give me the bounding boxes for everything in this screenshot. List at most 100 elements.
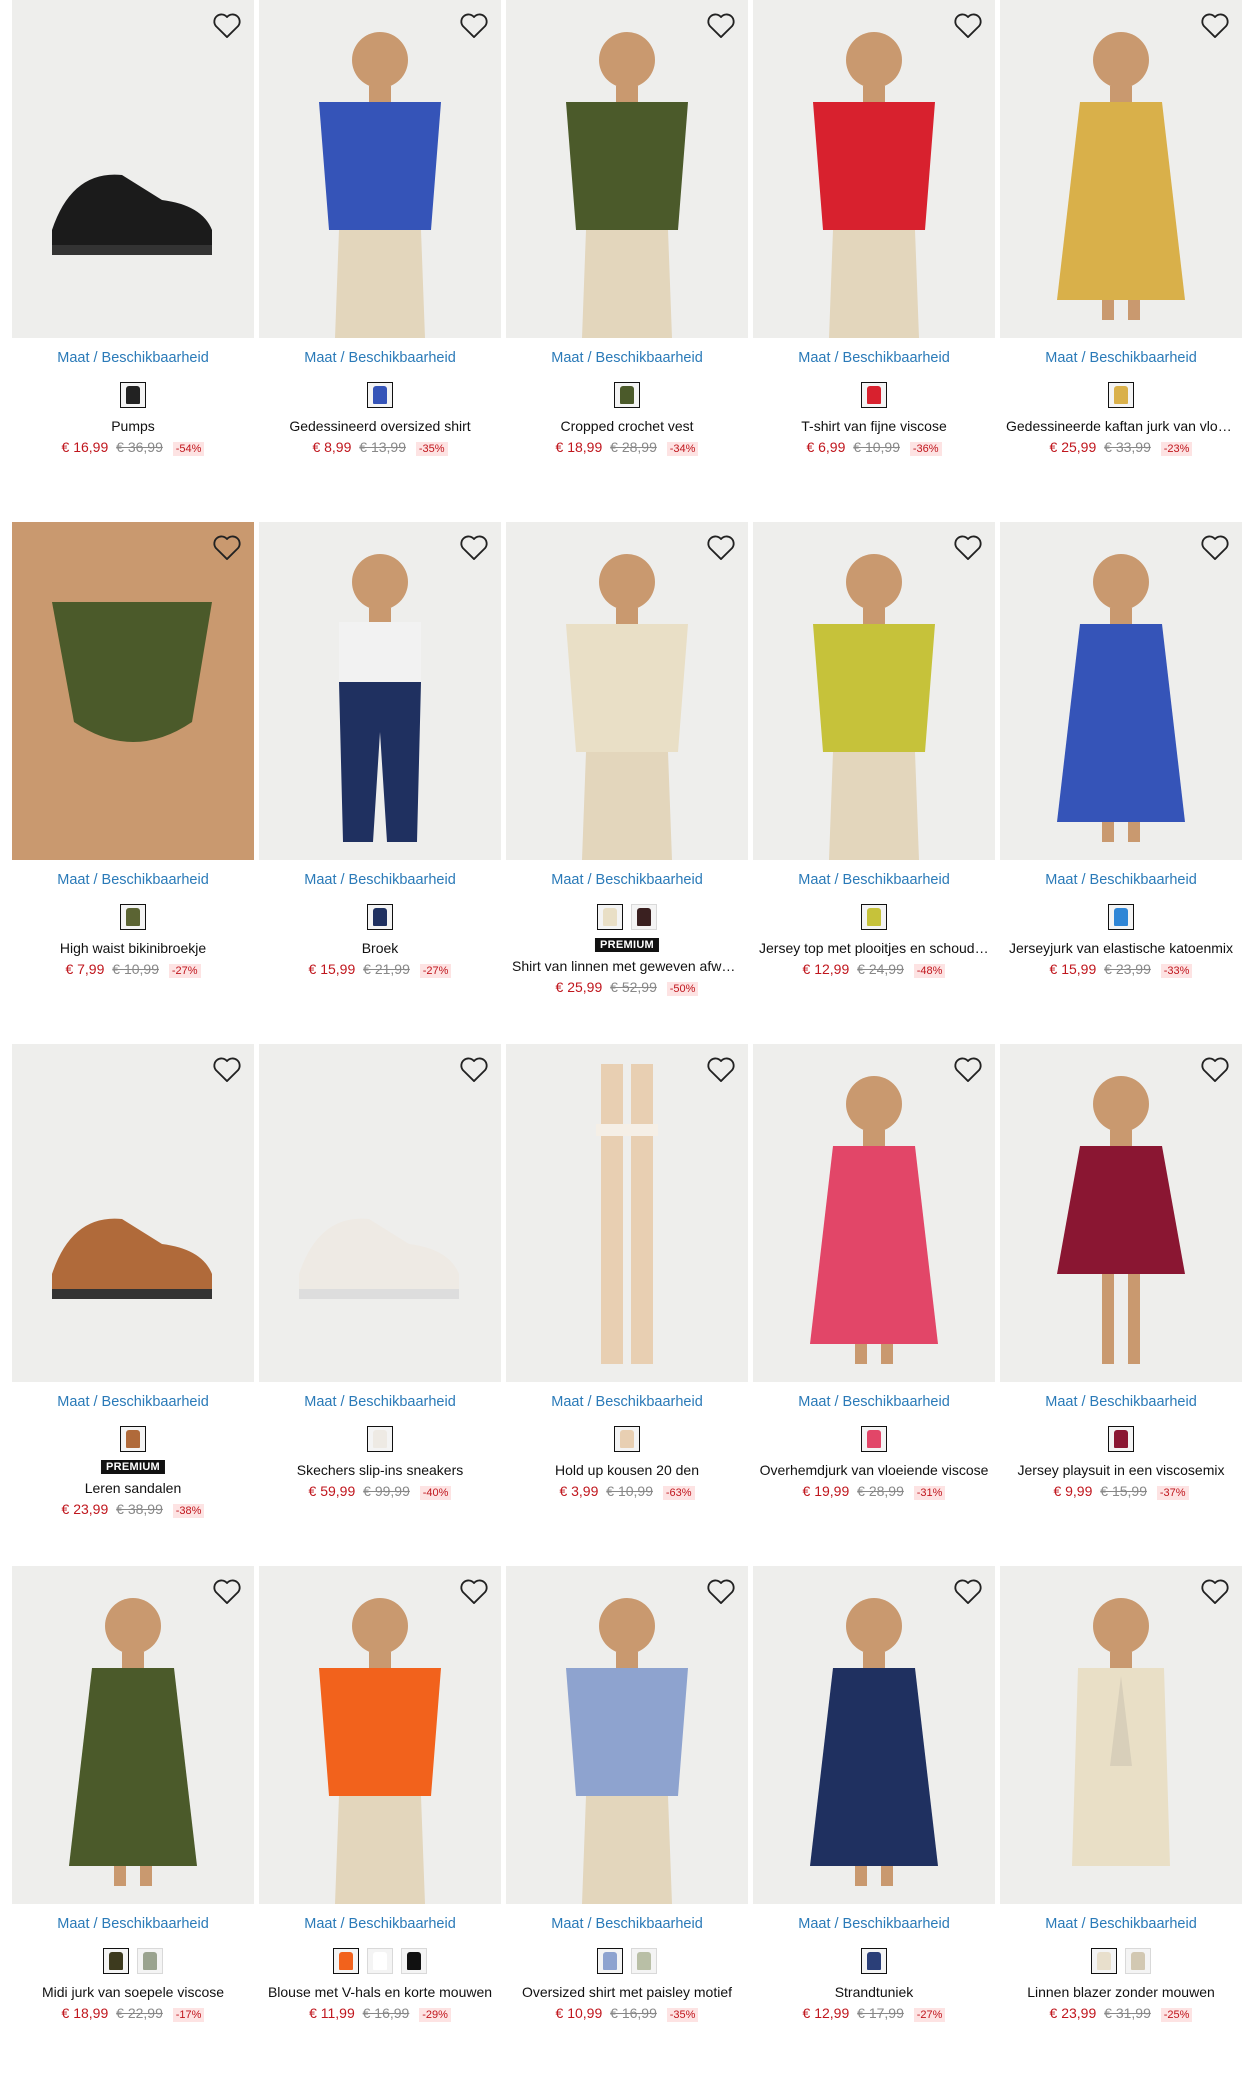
size-availability-link[interactable]: Maat / Beschikbaarheid (753, 350, 995, 366)
size-availability-link[interactable]: Maat / Beschikbaarheid (1000, 350, 1242, 366)
product-image[interactable] (12, 522, 254, 860)
wishlist-heart-icon[interactable] (704, 1052, 738, 1086)
size-availability-link[interactable]: Maat / Beschikbaarheid (1000, 1916, 1242, 1932)
product-image[interactable] (753, 1566, 995, 1904)
color-swatch[interactable] (367, 382, 393, 408)
size-availability-link[interactable]: Maat / Beschikbaarheid (259, 1916, 501, 1932)
color-swatch[interactable] (614, 1426, 640, 1452)
wishlist-heart-icon[interactable] (951, 1052, 985, 1086)
product-card[interactable]: Maat / Beschikbaarheid Broek € 15,99 € 2… (259, 522, 501, 1002)
wishlist-heart-icon[interactable] (457, 1052, 491, 1086)
product-name[interactable]: Strandtuniek (759, 1984, 989, 2000)
color-swatch[interactable] (861, 382, 887, 408)
color-swatch[interactable] (120, 382, 146, 408)
color-swatch[interactable] (137, 1948, 163, 1974)
wishlist-heart-icon[interactable] (951, 1574, 985, 1608)
wishlist-heart-icon[interactable] (1198, 530, 1232, 564)
product-image[interactable] (753, 0, 995, 338)
size-availability-link[interactable]: Maat / Beschikbaarheid (506, 350, 748, 366)
product-name[interactable]: Gedessineerde kaftan jurk van vloeiende … (1006, 418, 1236, 434)
product-image[interactable] (259, 0, 501, 338)
wishlist-heart-icon[interactable] (457, 8, 491, 42)
product-image[interactable] (1000, 0, 1242, 338)
color-swatch[interactable] (861, 904, 887, 930)
product-card[interactable]: Maat / Beschikbaarheid Jersey playsuit i… (1000, 1044, 1242, 1524)
color-swatch[interactable] (1108, 904, 1134, 930)
product-card[interactable]: Maat / Beschikbaarheid Gedessineerd over… (259, 0, 501, 480)
color-swatch[interactable] (401, 1948, 427, 1974)
wishlist-heart-icon[interactable] (951, 530, 985, 564)
product-name[interactable]: Leren sandalen (18, 1480, 248, 1496)
product-name[interactable]: Oversized shirt met paisley motief (512, 1984, 742, 2000)
product-image[interactable] (753, 522, 995, 860)
product-image[interactable] (506, 1566, 748, 1904)
color-swatch[interactable] (1091, 1948, 1117, 1974)
product-card[interactable]: Maat / Beschikbaarheid T-shirt van fijne… (753, 0, 995, 480)
color-swatch[interactable] (367, 1948, 393, 1974)
color-swatch[interactable] (597, 904, 623, 930)
product-name[interactable]: Cropped crochet vest (512, 418, 742, 434)
product-image[interactable] (1000, 1566, 1242, 1904)
product-name[interactable]: Skechers slip-ins sneakers (265, 1462, 495, 1478)
product-image[interactable] (753, 1044, 995, 1382)
size-availability-link[interactable]: Maat / Beschikbaarheid (753, 1916, 995, 1932)
size-availability-link[interactable]: Maat / Beschikbaarheid (506, 1916, 748, 1932)
product-name[interactable]: Jersey top met plooitjes en schoudervull… (759, 940, 989, 956)
wishlist-heart-icon[interactable] (1198, 1574, 1232, 1608)
product-card[interactable]: Maat / Beschikbaarheid Linnen blazer zon… (1000, 1566, 1242, 2046)
wishlist-heart-icon[interactable] (1198, 8, 1232, 42)
wishlist-heart-icon[interactable] (951, 8, 985, 42)
product-name[interactable]: Midi jurk van soepele viscose (18, 1984, 248, 2000)
size-availability-link[interactable]: Maat / Beschikbaarheid (12, 1394, 254, 1410)
color-swatch[interactable] (631, 904, 657, 930)
color-swatch[interactable] (120, 904, 146, 930)
color-swatch[interactable] (1125, 1948, 1151, 1974)
product-name[interactable]: Jersey playsuit in een viscosemix (1006, 1462, 1236, 1478)
size-availability-link[interactable]: Maat / Beschikbaarheid (259, 1394, 501, 1410)
color-swatch[interactable] (333, 1948, 359, 1974)
product-card[interactable]: Maat / Beschikbaarheid Gedessineerde kaf… (1000, 0, 1242, 480)
color-swatch[interactable] (631, 1948, 657, 1974)
size-availability-link[interactable]: Maat / Beschikbaarheid (259, 350, 501, 366)
product-name[interactable]: Shirt van linnen met geweven afwerking (512, 958, 742, 974)
wishlist-heart-icon[interactable] (457, 530, 491, 564)
color-swatch[interactable] (597, 1948, 623, 1974)
product-image[interactable] (1000, 522, 1242, 860)
product-image[interactable] (259, 522, 501, 860)
product-card[interactable]: Maat / Beschikbaarheid Strandtuniek € 12… (753, 1566, 995, 2046)
product-name[interactable]: Hold up kousen 20 den (512, 1462, 742, 1478)
size-availability-link[interactable]: Maat / Beschikbaarheid (12, 1916, 254, 1932)
size-availability-link[interactable]: Maat / Beschikbaarheid (506, 872, 748, 888)
color-swatch[interactable] (614, 382, 640, 408)
wishlist-heart-icon[interactable] (1198, 1052, 1232, 1086)
product-image[interactable] (259, 1566, 501, 1904)
product-card[interactable]: Maat / Beschikbaarheid Oversized shirt m… (506, 1566, 748, 2046)
product-image[interactable] (506, 0, 748, 338)
product-name[interactable]: Broek (265, 940, 495, 956)
size-availability-link[interactable]: Maat / Beschikbaarheid (1000, 1394, 1242, 1410)
wishlist-heart-icon[interactable] (210, 1052, 244, 1086)
product-image[interactable] (12, 1566, 254, 1904)
product-name[interactable]: Overhemdjurk van vloeiende viscose (759, 1462, 989, 1478)
wishlist-heart-icon[interactable] (210, 530, 244, 564)
size-availability-link[interactable]: Maat / Beschikbaarheid (12, 350, 254, 366)
product-card[interactable]: Maat / Beschikbaarheid Blouse met V-hals… (259, 1566, 501, 2046)
wishlist-heart-icon[interactable] (210, 1574, 244, 1608)
size-availability-link[interactable]: Maat / Beschikbaarheid (1000, 872, 1242, 888)
product-name[interactable]: Gedessineerd oversized shirt (265, 418, 495, 434)
product-card[interactable]: Maat / Beschikbaarheid Cropped crochet v… (506, 0, 748, 480)
size-availability-link[interactable]: Maat / Beschikbaarheid (12, 872, 254, 888)
product-name[interactable]: T-shirt van fijne viscose (759, 418, 989, 434)
product-name[interactable]: Jerseyjurk van elastische katoenmix (1006, 940, 1236, 956)
color-swatch[interactable] (103, 1948, 129, 1974)
size-availability-link[interactable]: Maat / Beschikbaarheid (506, 1394, 748, 1410)
product-image[interactable] (12, 0, 254, 338)
color-swatch[interactable] (367, 1426, 393, 1452)
product-card[interactable]: Maat / Beschikbaarheid PREMIUM Leren san… (12, 1044, 254, 1524)
size-availability-link[interactable]: Maat / Beschikbaarheid (753, 1394, 995, 1410)
product-image[interactable] (1000, 1044, 1242, 1382)
product-image[interactable] (259, 1044, 501, 1382)
product-card[interactable]: Maat / Beschikbaarheid Overhemdjurk van … (753, 1044, 995, 1524)
wishlist-heart-icon[interactable] (210, 8, 244, 42)
color-swatch[interactable] (861, 1948, 887, 1974)
